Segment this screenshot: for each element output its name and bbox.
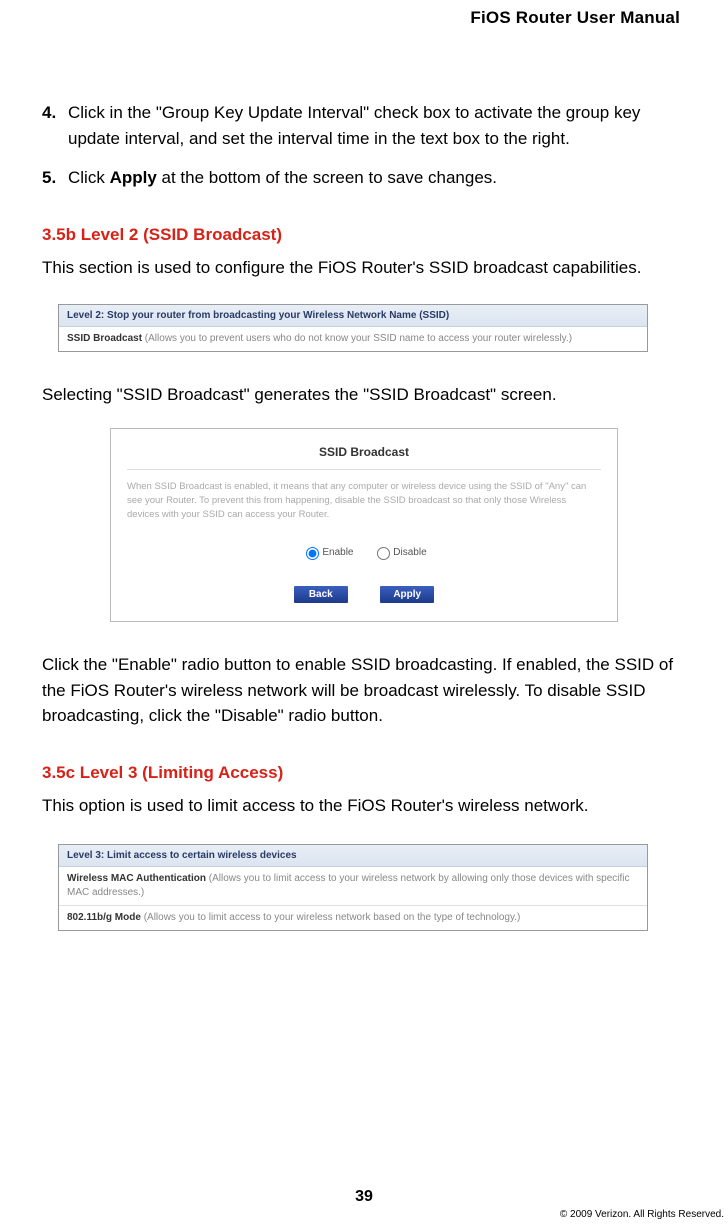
figure-level3-header: Level 3: Limit access to certain wireles…	[59, 845, 647, 867]
figure-level3-table: Level 3: Limit access to certain wireles…	[58, 844, 648, 931]
figure-ssid-title: SSID Broadcast	[127, 443, 601, 470]
para-35b-middle: Selecting "SSID Broadcast" generates the…	[42, 382, 686, 408]
figure-level3-row2-desc: (Allows you to limit access to your wire…	[141, 912, 520, 923]
figure-ssid-radio-group: Enable Disable	[127, 544, 601, 560]
figure-ssid-desc: When SSID Broadcast is enabled, it means…	[127, 480, 601, 523]
figure-level2-header: Level 2: Stop your router from broadcast…	[59, 305, 647, 327]
figure-level3-row1-title: Wireless MAC Authentication	[67, 873, 206, 884]
page-number: 39	[0, 1188, 728, 1206]
radio-enable-text: Enable	[322, 547, 353, 558]
step-5-num: 5.	[42, 165, 68, 191]
copyright: © 2009 Verizon. All Rights Reserved.	[560, 1209, 724, 1220]
figure-level3-row2[interactable]: 802.11b/g Mode (Allows you to limit acce…	[59, 906, 647, 930]
para-35b-intro: This section is used to configure the Fi…	[42, 255, 686, 281]
figure-level3-row1[interactable]: Wireless MAC Authentication (Allows you …	[59, 867, 647, 906]
back-button[interactable]: Back	[294, 586, 348, 603]
radio-disable-text: Disable	[393, 547, 426, 558]
step-5-bold: Apply	[110, 168, 157, 187]
step-5: 5. Click Apply at the bottom of the scre…	[42, 165, 686, 191]
figure-level2-row-title: SSID Broadcast	[67, 333, 142, 344]
radio-disable-label[interactable]: Disable	[372, 547, 426, 558]
manual-title: FiOS Router User Manual	[42, 0, 686, 28]
step-5-pre: Click	[68, 168, 110, 187]
step-5-post: at the bottom of the screen to save chan…	[157, 168, 497, 187]
radio-enable[interactable]	[306, 547, 319, 560]
figure-level2-row[interactable]: SSID Broadcast (Allows you to prevent us…	[59, 327, 647, 351]
step-4-num: 4.	[42, 100, 68, 151]
step-5-text: Click Apply at the bottom of the screen …	[68, 165, 686, 191]
radio-disable[interactable]	[377, 547, 390, 560]
figure-level3-row2-title: 802.11b/g Mode	[67, 912, 141, 923]
radio-enable-label[interactable]: Enable	[301, 547, 353, 558]
heading-3-5c: 3.5c Level 3 (Limiting Access)	[42, 763, 686, 783]
figure-level2-table: Level 2: Stop your router from broadcast…	[58, 304, 648, 352]
step-4-text: Click in the "Group Key Update Interval"…	[68, 100, 686, 151]
apply-button[interactable]: Apply	[380, 586, 434, 603]
figure-level2-row-desc: (Allows you to prevent users who do not …	[142, 333, 572, 344]
para-35b-after: Click the "Enable" radio button to enabl…	[42, 652, 686, 729]
heading-3-5b: 3.5b Level 2 (SSID Broadcast)	[42, 225, 686, 245]
figure-ssid-broadcast: SSID Broadcast When SSID Broadcast is en…	[110, 428, 618, 623]
step-4: 4. Click in the "Group Key Update Interv…	[42, 100, 686, 151]
para-35c-intro: This option is used to limit access to t…	[42, 793, 686, 819]
